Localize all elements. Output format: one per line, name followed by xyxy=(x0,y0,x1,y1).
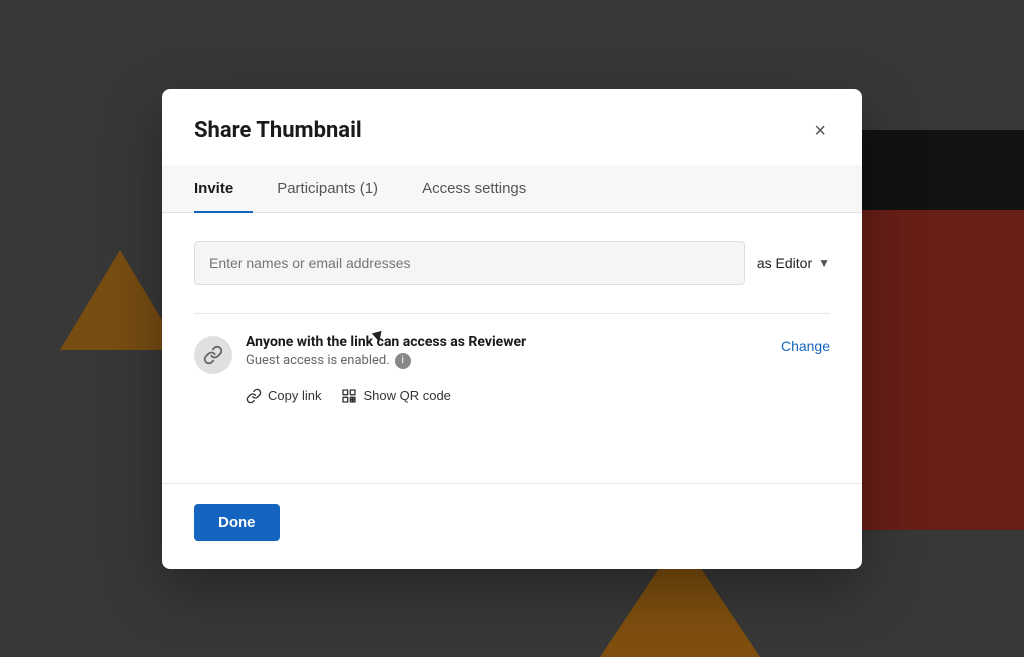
modal-title: Share Thumbnail xyxy=(194,118,362,143)
invite-row: as Editor ▼ xyxy=(194,241,830,285)
dropdown-arrow-icon: ▼ xyxy=(818,256,830,270)
role-dropdown[interactable]: as Editor ▼ xyxy=(757,255,830,271)
link-access-row: Anyone with the link can access as Revie… xyxy=(194,334,830,374)
share-modal: Share Thumbnail × Invite Participants (1… xyxy=(162,89,862,569)
close-button[interactable]: × xyxy=(810,117,830,145)
modal-header: Share Thumbnail × xyxy=(162,89,862,165)
role-label: as Editor xyxy=(757,255,812,271)
link-sub-text: Guest access is enabled. i xyxy=(246,353,526,369)
modal-body: as Editor ▼ xyxy=(162,213,862,483)
tab-invite[interactable]: Invite xyxy=(194,166,253,213)
link-circle-icon xyxy=(194,336,232,374)
modal-wrapper: Share Thumbnail × Invite Participants (1… xyxy=(0,0,1024,657)
copy-link-button[interactable]: Copy link xyxy=(246,388,321,404)
link-text-group: Anyone with the link can access as Revie… xyxy=(246,334,526,369)
modal-footer: Done xyxy=(162,483,862,569)
tab-bar: Invite Participants (1) Access settings xyxy=(162,165,862,213)
copy-link-label: Copy link xyxy=(268,388,321,403)
tab-participants[interactable]: Participants (1) xyxy=(277,166,398,213)
qr-code-icon xyxy=(341,388,357,404)
chain-link-icon xyxy=(203,345,223,365)
done-button[interactable]: Done xyxy=(194,504,280,541)
link-access-left: Anyone with the link can access as Revie… xyxy=(194,334,526,374)
copy-link-icon xyxy=(246,388,262,404)
qr-label: Show QR code xyxy=(363,388,450,403)
change-button[interactable]: Change xyxy=(781,338,830,354)
link-access-section: Anyone with the link can access as Revie… xyxy=(194,313,830,404)
info-icon[interactable]: i xyxy=(395,353,411,369)
link-actions: Copy link Show QR code xyxy=(246,388,830,404)
invite-input[interactable] xyxy=(194,241,745,285)
tab-access-settings[interactable]: Access settings xyxy=(422,166,546,213)
link-main-text: Anyone with the link can access as Revie… xyxy=(246,334,526,350)
show-qr-button[interactable]: Show QR code xyxy=(341,388,450,404)
